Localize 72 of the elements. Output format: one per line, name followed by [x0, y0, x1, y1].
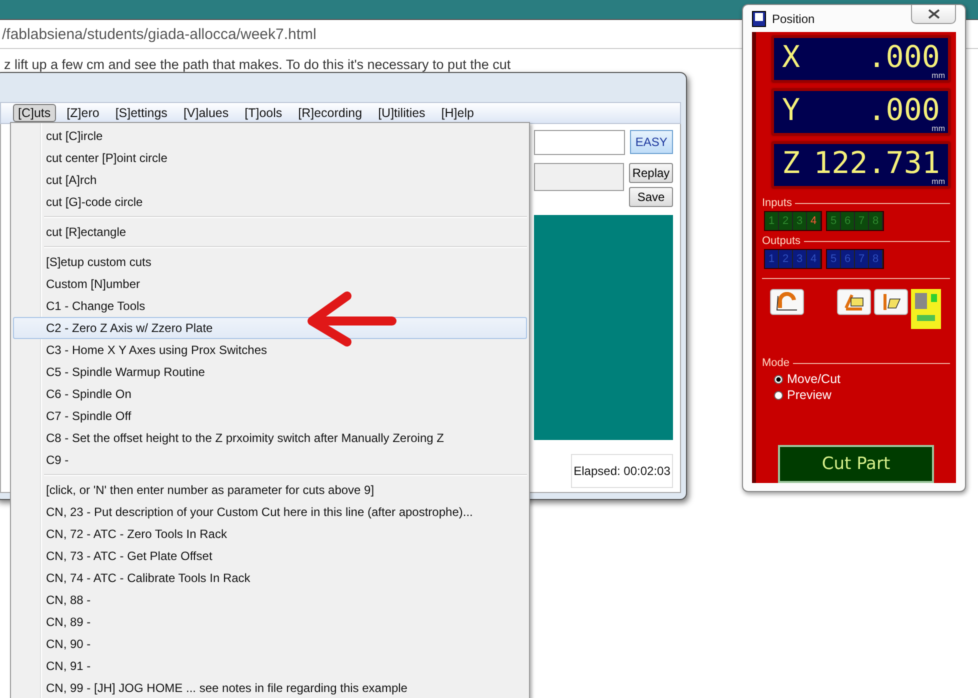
output-indicator: 7 — [855, 250, 869, 268]
pendant-icon[interactable] — [911, 289, 941, 329]
curved-arrow-icon — [776, 292, 798, 312]
axis-label: Z — [782, 146, 800, 180]
menu-item[interactable]: C2 - Zero Z Axis w/ Zzero Plate — [13, 317, 527, 339]
menu-item[interactable]: C6 - Spindle On — [13, 383, 527, 405]
input-indicator: 1 — [765, 212, 779, 230]
menu-item[interactable]: C9 - — [13, 449, 527, 471]
axis-label: Y — [782, 92, 800, 128]
xy-arrows-icon — [843, 292, 865, 312]
input-indicator: 6 — [841, 212, 855, 230]
menu-item[interactable]: [click, or 'N' then enter number as parameter for cuts above 9] — [13, 479, 527, 501]
close-icon — [928, 9, 940, 19]
output-indicator: 1 — [765, 250, 779, 268]
cut-part-button[interactable]: Cut Part — [778, 445, 934, 483]
menu-item[interactable]: CN, 73 - ATC - Get Plate Offset — [13, 545, 527, 567]
input-indicator: 2 — [779, 212, 793, 230]
mode-radio[interactable]: Move/Cut — [774, 371, 950, 387]
menu-item[interactable]: cut [A]rch — [13, 169, 527, 191]
menu-item[interactable]: Custom [N]umber — [13, 273, 527, 295]
zero-origin-button[interactable] — [770, 289, 804, 315]
replay-button[interactable]: Replay — [629, 163, 673, 183]
output-indicator: 6 — [841, 250, 855, 268]
output-indicator: 2 — [779, 250, 793, 268]
menu-item[interactable]: [S]etup custom cuts — [13, 251, 527, 273]
menu-item[interactable]: CN, 91 - — [13, 655, 527, 677]
output-indicator: 3 — [793, 250, 807, 268]
menu-item[interactable]: C1 - Change Tools — [13, 295, 527, 317]
menu-item[interactable]: [T]ools — [240, 104, 288, 122]
section-label: Inputs — [762, 197, 792, 209]
save-button[interactable]: Save — [629, 187, 673, 207]
menu-item[interactable]: CN, 99 - [JH] JOG HOME ... see notes in file regarding this example — [13, 677, 527, 698]
menu-item[interactable]: C3 - Home X Y Axes using Prox Switches — [13, 339, 527, 361]
menu-item[interactable]: CN, 90 - — [13, 633, 527, 655]
menu-item[interactable]: [V]alues — [178, 104, 234, 122]
section-label: Mode — [762, 357, 790, 369]
menu-item[interactable]: CN, 89 - — [13, 611, 527, 633]
menu-item[interactable]: cut [G]-code circle — [13, 191, 527, 213]
menu-item[interactable]: [S]ettings — [110, 104, 172, 122]
menu-item[interactable]: [Z]ero — [62, 104, 104, 122]
section-label: Outputs — [762, 235, 801, 247]
menu-item[interactable]: cut [C]ircle — [13, 125, 527, 147]
input-indicator: 5 — [827, 212, 841, 230]
menu-item[interactable]: cut center [P]oint circle — [13, 147, 527, 169]
output-indicator: 4 — [807, 250, 821, 268]
app-icon — [752, 10, 766, 26]
menu-item[interactable]: CN, 88 - — [13, 589, 527, 611]
menu-item[interactable]: [U]tilities — [373, 104, 430, 122]
mode-radio[interactable]: Preview — [774, 387, 950, 403]
xy-move-button[interactable] — [837, 289, 871, 315]
menu-item[interactable]: cut [R]ectangle — [13, 221, 527, 243]
menu-item[interactable]: CN, 72 - ATC - Zero Tools In Rack — [13, 523, 527, 545]
close-button[interactable] — [911, 5, 956, 24]
output-indicator: 5 — [827, 250, 841, 268]
menu-item[interactable]: CN, 23 - Put description of your Custom Cut here in this line (after apostrophe)... — [13, 501, 527, 523]
input-indicator: 4 — [807, 212, 821, 230]
menu-item[interactable]: [H]elp — [436, 104, 479, 122]
output-indicator: 8 — [869, 250, 883, 268]
menu-item[interactable]: [R]ecording — [293, 104, 368, 122]
menu-item[interactable]: C7 - Spindle Off — [13, 405, 527, 427]
menu-item[interactable]: CN, 74 - ATC - Calibrate Tools In Rack — [13, 567, 527, 589]
input-field[interactable] — [534, 130, 625, 155]
elapsed-time: Elapsed: 00:02:03 — [571, 454, 673, 488]
input-indicator: 3 — [793, 212, 807, 230]
menu-item[interactable]: C8 - Set the offset height to the Z prxoimity switch after Manually Zeroing Z — [13, 427, 527, 449]
input-indicator: 7 — [855, 212, 869, 230]
input-indicator: 8 — [869, 212, 883, 230]
page-paragraph: z lift up a few cm and see the path that makes. To do this it's necessary to put the cut — [4, 57, 512, 72]
z-move-button[interactable] — [874, 289, 908, 315]
menu-item[interactable]: [C]uts — [13, 104, 56, 122]
easy-button[interactable]: EASY — [630, 130, 673, 154]
menu-item[interactable]: C5 - Spindle Warmup Routine — [13, 361, 527, 383]
